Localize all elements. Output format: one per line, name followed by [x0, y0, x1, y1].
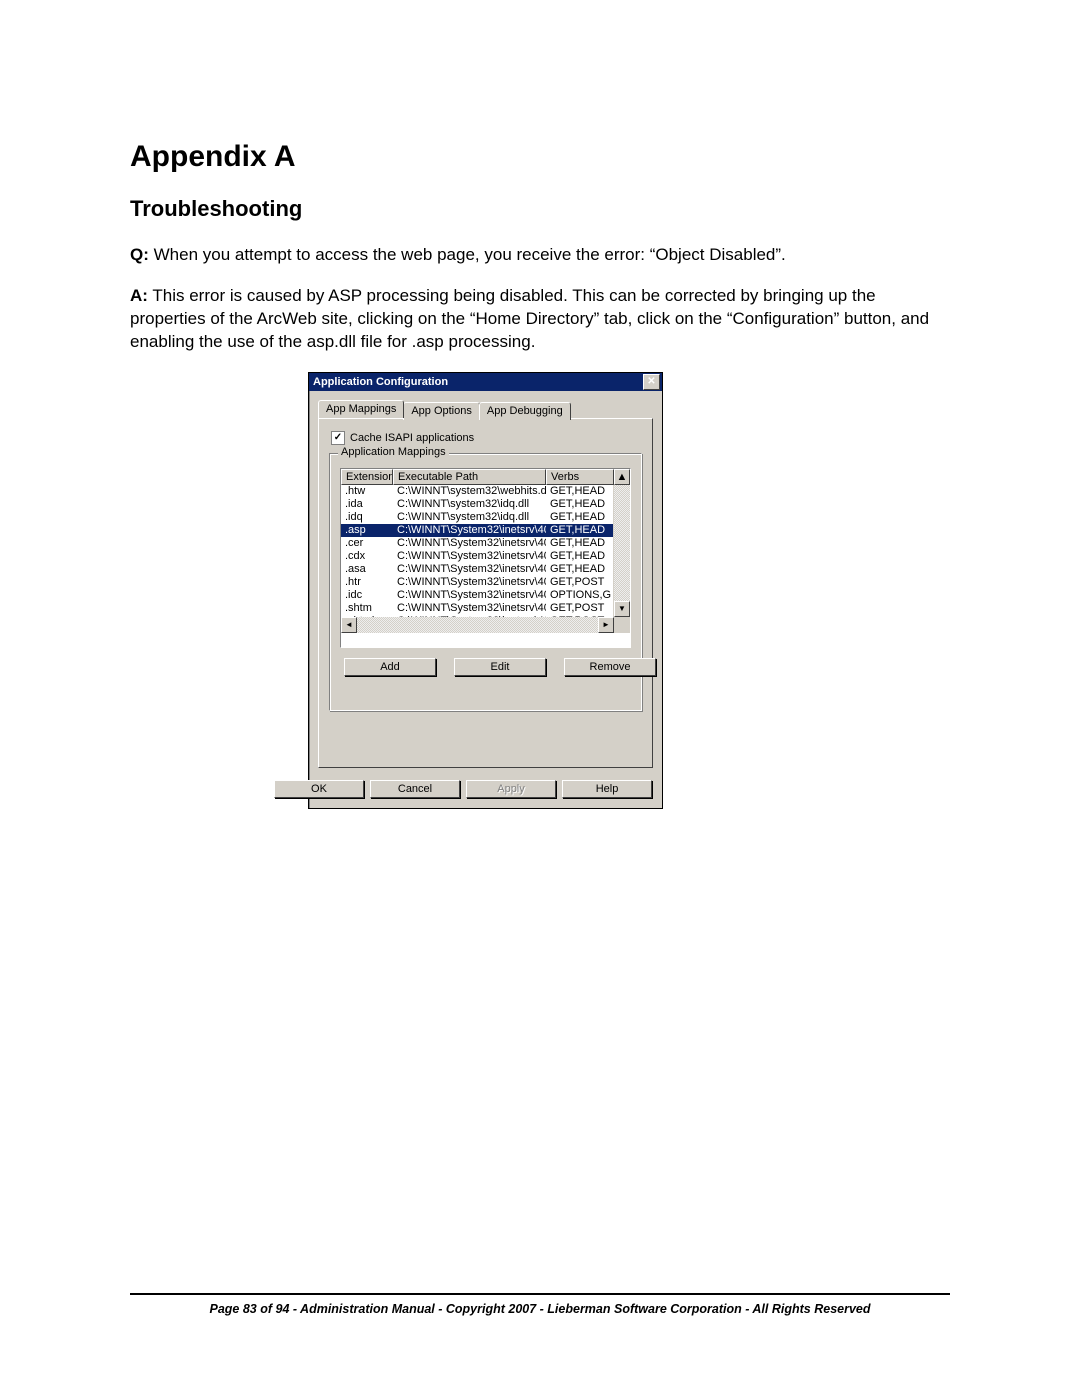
table-row[interactable]: .asaC:\WINNT\System32\inetsrv\404.dllGET…: [341, 563, 614, 576]
application-configuration-dialog: Application Configuration ✕ App Mappings…: [308, 372, 663, 809]
vertical-scrollbar[interactable]: ▼: [613, 485, 630, 617]
mapping-button-row: Add Edit Remove: [340, 658, 631, 676]
scrollbar-corner: [614, 617, 630, 633]
hscroll-track[interactable]: [357, 617, 598, 633]
column-verbs[interactable]: Verbs: [546, 469, 614, 485]
tab-app-mappings[interactable]: App Mappings: [318, 400, 404, 418]
chevron-up-icon: ▲: [617, 471, 628, 483]
cell-path: C:\WINNT\System32\inetsrv\404.dll: [393, 537, 546, 550]
cache-isapi-label: Cache ISAPI applications: [350, 432, 474, 444]
scroll-right-button[interactable]: ►: [598, 617, 614, 633]
tab-panel: ✓ Cache ISAPI applications Application M…: [318, 418, 653, 768]
cell-extension: .shtm: [341, 602, 393, 615]
cell-path: C:\WINNT\system32\webhits.dll: [393, 485, 546, 498]
cell-verbs: GET,HEAD: [546, 511, 614, 524]
dialog-title: Application Configuration: [313, 376, 448, 388]
chevron-left-icon: ◄: [345, 620, 353, 629]
cell-extension: .htr: [341, 576, 393, 589]
scroll-left-button[interactable]: ◄: [341, 617, 357, 633]
table-row[interactable]: .idaC:\WINNT\system32\idq.dllGET,HEAD: [341, 498, 614, 511]
cell-verbs: GET,HEAD: [546, 537, 614, 550]
table-row[interactable]: .htrC:\WINNT\System32\inetsrv\404.dllGET…: [341, 576, 614, 589]
ok-button[interactable]: OK: [274, 780, 364, 798]
tab-app-debugging[interactable]: App Debugging: [479, 402, 571, 420]
add-button[interactable]: Add: [344, 658, 436, 676]
vscroll-track[interactable]: [614, 485, 630, 601]
cell-verbs: GET,HEAD: [546, 485, 614, 498]
chevron-down-icon: ▼: [618, 604, 626, 613]
cell-path: C:\WINNT\System32\inetsrv\404.dll: [393, 550, 546, 563]
cell-extension: .cdx: [341, 550, 393, 563]
cell-verbs: GET,HEAD: [546, 524, 614, 537]
listview-header: Extension Executable Path Verbs ▲: [341, 469, 630, 485]
application-mappings-group: Application Mappings Extension Executabl…: [329, 453, 642, 711]
scroll-down-button[interactable]: ▼: [614, 601, 630, 617]
table-row[interactable]: .cdxC:\WINNT\System32\inetsrv\404.dllGET…: [341, 550, 614, 563]
tab-app-options[interactable]: App Options: [403, 402, 480, 420]
cell-extension: .idq: [341, 511, 393, 524]
checkmark-icon: ✓: [334, 433, 342, 443]
cell-verbs: GET,HEAD: [546, 498, 614, 511]
titlebar[interactable]: Application Configuration ✕: [309, 373, 662, 391]
cell-path: C:\WINNT\System32\inetsrv\404.dll: [393, 589, 546, 602]
table-row[interactable]: .idcC:\WINNT\System32\inetsrv\404.dllOPT…: [341, 589, 614, 602]
cell-path: C:\WINNT\system32\idq.dll: [393, 498, 546, 511]
cell-path: C:\WINNT\System32\inetsrv\404.dll: [393, 524, 546, 537]
column-executable-path[interactable]: Executable Path: [393, 469, 546, 485]
dialog-button-row: OK Cancel Apply Help: [309, 774, 662, 808]
a-text: This error is caused by ASP processing b…: [130, 286, 929, 351]
q-text: When you attempt to access the web page,…: [149, 245, 786, 264]
a-label: A:: [130, 286, 148, 305]
page-footer: Page 83 of 94 - Administration Manual - …: [130, 1301, 950, 1317]
table-row[interactable]: .htwC:\WINNT\system32\webhits.dllGET,HEA…: [341, 485, 614, 498]
column-extension[interactable]: Extension: [341, 469, 393, 485]
chevron-right-icon: ►: [602, 620, 610, 629]
cell-verbs: OPTIONS,G: [546, 589, 614, 602]
mappings-listview[interactable]: Extension Executable Path Verbs ▲ .htwC:…: [340, 468, 631, 648]
cell-path: C:\WINNT\System32\inetsrv\404.dll: [393, 576, 546, 589]
troubleshooting-heading: Troubleshooting: [130, 196, 950, 222]
answer-paragraph: A: This error is caused by ASP processin…: [130, 285, 950, 354]
close-button[interactable]: ✕: [643, 374, 660, 390]
apply-button[interactable]: Apply: [466, 780, 556, 798]
cache-isapi-checkbox[interactable]: ✓: [331, 431, 345, 445]
cell-path: C:\WINNT\System32\inetsrv\404.dll: [393, 563, 546, 576]
cell-verbs: GET,HEAD: [546, 563, 614, 576]
edit-button[interactable]: Edit: [454, 658, 546, 676]
close-icon: ✕: [647, 377, 655, 387]
cell-verbs: GET,POST: [546, 602, 614, 615]
remove-button[interactable]: Remove: [564, 658, 656, 676]
cell-extension: .cer: [341, 537, 393, 550]
cancel-button[interactable]: Cancel: [370, 780, 460, 798]
table-row[interactable]: .idqC:\WINNT\system32\idq.dllGET,HEAD: [341, 511, 614, 524]
cell-extension: .asp: [341, 524, 393, 537]
cell-extension: .idc: [341, 589, 393, 602]
table-row[interactable]: .aspC:\WINNT\System32\inetsrv\404.dllGET…: [341, 524, 614, 537]
cell-extension: .ida: [341, 498, 393, 511]
cell-verbs: GET,HEAD: [546, 550, 614, 563]
horizontal-scrollbar[interactable]: ◄ ►: [341, 617, 614, 633]
tab-strip: App Mappings App Options App Debugging: [318, 400, 662, 418]
cell-verbs: GET,POST: [546, 576, 614, 589]
q-label: Q:: [130, 245, 149, 264]
appendix-heading: Appendix A: [130, 140, 950, 174]
table-row[interactable]: .cerC:\WINNT\System32\inetsrv\404.dllGET…: [341, 537, 614, 550]
help-button[interactable]: Help: [562, 780, 652, 798]
cache-isapi-checkbox-row[interactable]: ✓ Cache ISAPI applications: [331, 431, 642, 445]
cell-extension: .htw: [341, 485, 393, 498]
cell-extension: .asa: [341, 563, 393, 576]
cell-path: C:\WINNT\System32\inetsrv\404.dll: [393, 602, 546, 615]
scroll-up-button[interactable]: ▲: [614, 469, 630, 485]
footer-rule: [130, 1293, 950, 1295]
table-row[interactable]: .shtmC:\WINNT\System32\inetsrv\404.dllGE…: [341, 602, 614, 615]
question-paragraph: Q: When you attempt to access the web pa…: [130, 244, 950, 267]
cell-path: C:\WINNT\system32\idq.dll: [393, 511, 546, 524]
groupbox-label: Application Mappings: [338, 446, 449, 458]
